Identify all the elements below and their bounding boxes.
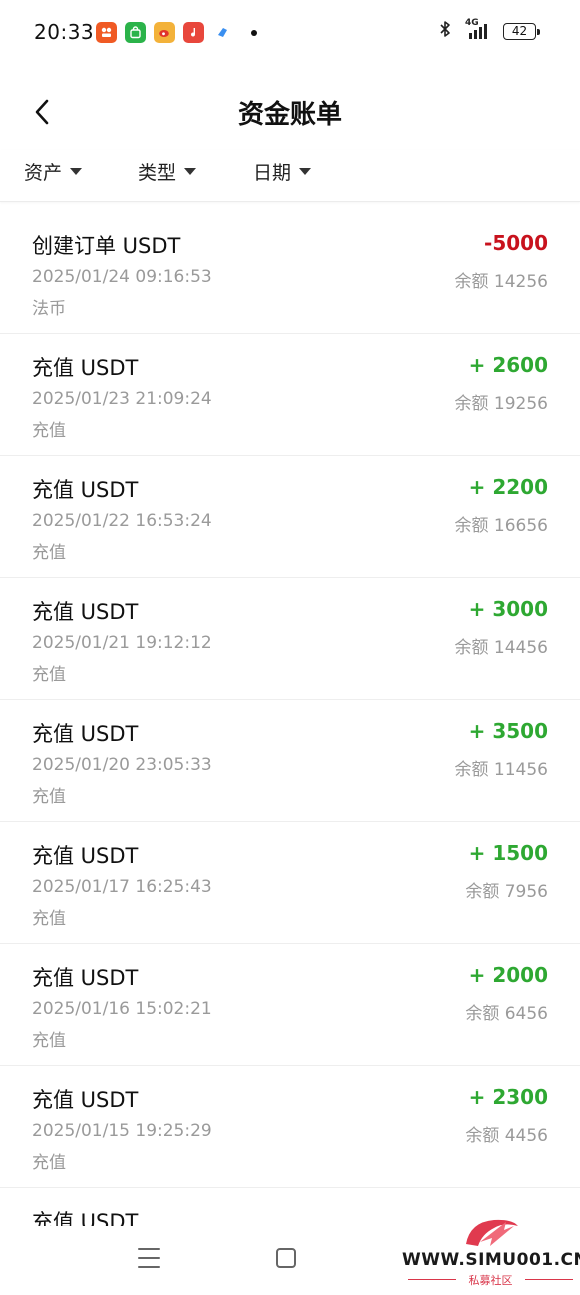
home-button[interactable] [276,1248,296,1268]
transaction-balance: 余额 7956 [465,882,548,902]
menu-line-icon [138,1248,160,1250]
transaction-balance: 余额 11456 [454,760,548,780]
transaction-row[interactable]: 充值 USDT + 2000 2025/01/16 15:02:21 余额 64… [0,944,580,1066]
menu-line-icon [138,1266,160,1268]
transaction-balance: 余额 16656 [454,516,548,536]
caret-down-icon [299,168,312,175]
transaction-row[interactable]: 创建订单 USDT -5000 2025/01/24 09:16:53 余额 1… [0,212,580,334]
transaction-amount: + 3500 [468,719,548,743]
transaction-balance: 余额 6456 [465,1004,548,1024]
transaction-balance: 余额 4456 [465,1126,548,1146]
transaction-category: 充值 [32,1153,66,1173]
transaction-balance: 余额 14456 [454,638,548,658]
signal-icon: 4G [463,18,491,41]
transaction-title: 充值 USDT [32,966,139,990]
music-icon [183,22,204,43]
transaction-title: 充值 USDT [32,1210,139,1226]
asset-filter-label: 资产 [24,162,63,184]
weibo-icon [154,22,175,43]
watermark-logo-icon [466,1219,518,1246]
watermark: WWW.SIMU001.CN 私募社区 [400,1210,580,1295]
transaction-category: 充值 [32,1031,66,1051]
status-time: 20:33 [34,20,95,44]
transaction-row[interactable]: 充值 USDT + 1500 2025/01/17 16:25:43 余额 79… [0,822,580,944]
transaction-amount: + 1500 [468,841,548,865]
transaction-row[interactable]: 充值 USDT + 2300 2025/01/15 19:25:29 余额 44… [0,1066,580,1188]
transaction-amount: + 2200 [468,475,548,499]
caret-down-icon [184,168,197,175]
transaction-title: 充值 USDT [32,478,139,502]
type-filter-label: 类型 [138,162,177,184]
transaction-row[interactable]: 充值 USDT + 2600 2025/01/23 21:09:24 余额 19… [0,334,580,456]
status-indicators: 4G 42 [439,18,540,42]
bluetooth-icon [439,20,451,42]
transaction-amount: + 2300 [468,1085,548,1109]
transaction-time: 2025/01/17 16:25:43 [32,877,212,897]
status-bar: 20:33 4G 42 [0,0,580,66]
transaction-row[interactable]: 充值 USDT + 3000 2025/01/21 19:12:12 余额 14… [0,578,580,700]
shopping-bag-icon [125,22,146,43]
transaction-category: 充值 [32,665,66,685]
transaction-time: 2025/01/15 19:25:29 [32,1121,212,1141]
transaction-amount: -5000 [484,231,548,255]
watermark-site: WWW.SIMU001.CN [402,1250,580,1270]
transaction-time: 2025/01/22 16:53:24 [32,511,212,531]
transaction-amount: + 2600 [468,353,548,377]
asset-filter-dropdown[interactable]: 资产 [24,158,83,185]
transaction-title: 充值 USDT [32,722,139,746]
transaction-category: 充值 [32,543,66,563]
transaction-title: 充值 USDT [32,356,139,380]
watermark-subtitle: 私募社区 [408,1272,573,1288]
transaction-row[interactable]: 充值 USDT + 3500 2025/01/20 23:05:33 余额 11… [0,700,580,822]
transaction-time: 2025/01/24 09:16:53 [32,267,212,287]
more-notifications-icon [251,29,257,36]
taobao-icon [96,22,117,43]
transaction-category: 充值 [32,421,66,441]
transaction-row[interactable]: 充值 USDT + 2200 2025/01/22 16:53:24 余额 16… [0,456,580,578]
transaction-time: 2025/01/23 21:09:24 [32,389,212,409]
date-filter-dropdown[interactable]: 日期 [253,158,312,185]
transaction-category: 充值 [32,787,66,807]
transaction-time: 2025/01/20 23:05:33 [32,755,212,775]
transaction-balance: 余额 14256 [454,272,548,292]
transaction-category: 充值 [32,909,66,929]
transaction-title: 充值 USDT [32,1088,139,1112]
notification-icons [96,22,257,43]
type-filter-dropdown[interactable]: 类型 [138,158,197,185]
transaction-amount: + 2000 [468,963,548,987]
filter-bar: 资产 类型 日期 [0,150,580,202]
recent-apps-button[interactable] [138,1248,160,1268]
menu-line-icon [138,1257,160,1259]
transaction-amount: + 3000 [468,597,548,621]
cloud-app-icon [212,22,233,43]
page-title: 资金账单 [237,100,342,130]
battery-icon: 42 [503,22,540,40]
battery-level: 42 [511,24,528,38]
caret-down-icon [70,168,83,175]
transaction-title: 充值 USDT [32,844,139,868]
header: 资金账单 [0,66,580,156]
transaction-list: 创建订单 USDT -5000 2025/01/24 09:16:53 余额 1… [0,212,580,1188]
transaction-time: 2025/01/21 19:12:12 [32,633,212,653]
transaction-time: 2025/01/16 15:02:21 [32,999,212,1019]
transaction-title: 充值 USDT [32,600,139,624]
transaction-balance: 余额 19256 [454,394,548,414]
transaction-title: 创建订单 USDT [32,234,181,258]
date-filter-label: 日期 [253,162,292,184]
transaction-category: 法币 [32,299,66,319]
